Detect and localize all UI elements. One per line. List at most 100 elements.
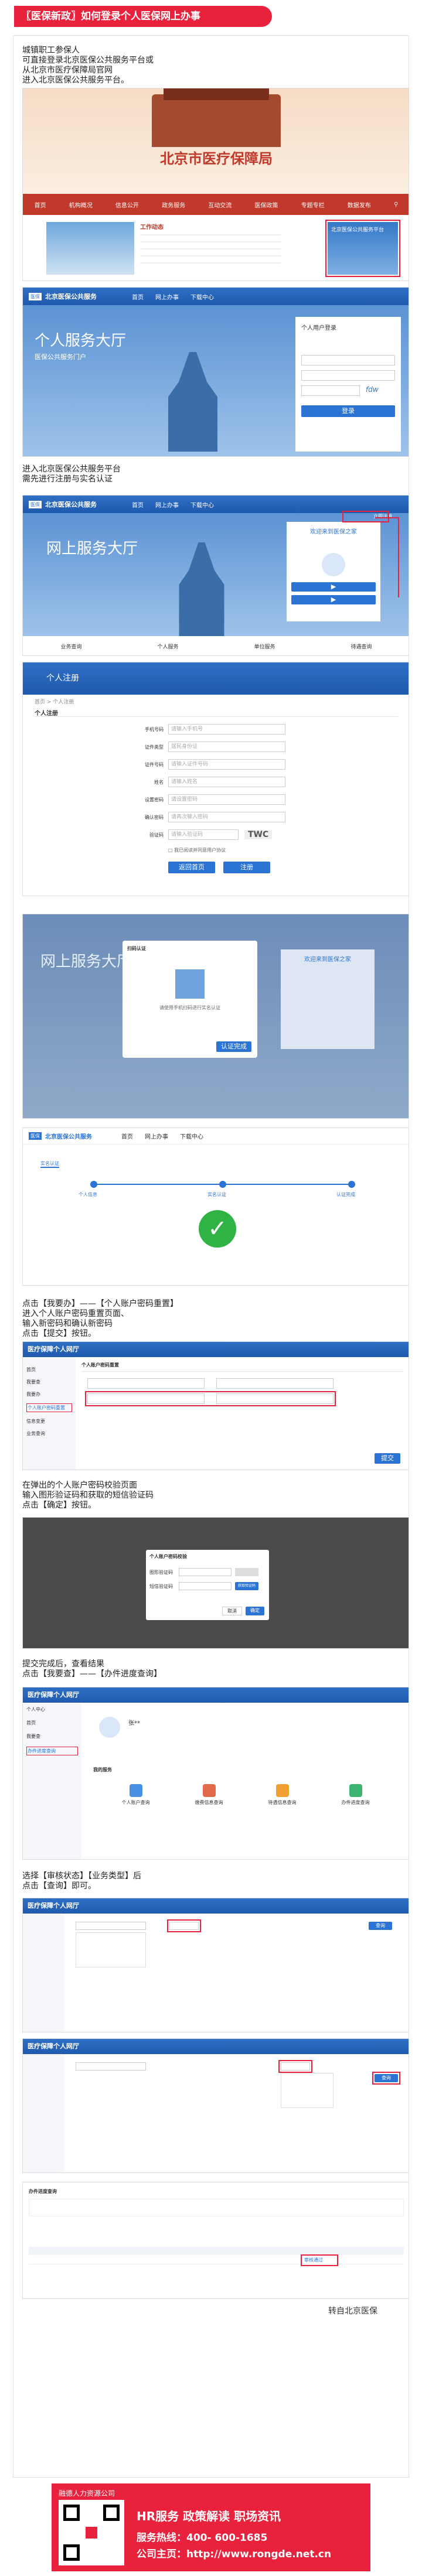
nav-download[interactable]: 下载中心 xyxy=(190,292,214,301)
bureau-nav-item[interactable]: 信息公开 xyxy=(115,200,139,209)
login-button[interactable]: ▶ xyxy=(291,582,376,592)
sms-code-field[interactable] xyxy=(179,1582,232,1590)
menu-item-progress-query[interactable]: 办件进度查询 xyxy=(26,1747,78,1755)
footer-banner: 融德人力资源公司 HR服务 政策解读 职场资讯 服务热线：400- 600-16… xyxy=(52,2483,370,2571)
step-label: 实名认证 xyxy=(207,1192,226,1197)
password-field[interactable] xyxy=(301,370,395,381)
app-title: 医疗保障个人网厅 xyxy=(23,1898,409,1914)
service-item[interactable]: 个人账户查询 xyxy=(122,1784,150,1806)
dialog-title: 扫码认证 xyxy=(127,946,146,951)
menu-item[interactable]: 首页 xyxy=(26,1366,72,1373)
submit-button[interactable]: 提交 xyxy=(375,1453,400,1464)
service-item[interactable]: 待遇信息查询 xyxy=(268,1784,297,1806)
nav-online[interactable]: 网上办事 xyxy=(145,1132,168,1140)
menu-item[interactable]: 我要查 xyxy=(26,1379,72,1385)
username-field[interactable] xyxy=(301,355,395,365)
status-select[interactable] xyxy=(76,2062,146,2071)
old-field[interactable] xyxy=(87,1378,205,1389)
tile[interactable]: 个人服务 xyxy=(157,643,178,650)
bureau-nav-item[interactable]: 医保政策 xyxy=(254,200,278,209)
nav-online[interactable]: 网上办事 xyxy=(155,500,179,509)
tab-auth[interactable]: 实名认证 xyxy=(40,1160,59,1168)
homepage-link[interactable]: 公司主页：http://www.rongde.net.cn xyxy=(137,2546,331,2560)
confirm-button[interactable]: 确定 xyxy=(246,1607,264,1615)
tile[interactable]: 业务查询 xyxy=(60,643,81,650)
image-captcha-field[interactable] xyxy=(179,1568,232,1576)
captcha-image[interactable]: fdw xyxy=(366,385,379,396)
service-tiles: 业务查询 个人服务 单位服务 待遇查询 xyxy=(23,636,409,655)
avatar-icon xyxy=(99,1717,120,1738)
service-item[interactable]: 办件进度查询 xyxy=(342,1784,370,1806)
id-type-select[interactable]: 居民身份证 xyxy=(168,742,285,752)
hero-title: 网上服务大厅 xyxy=(46,540,138,558)
login-button[interactable]: 登录 xyxy=(301,405,395,417)
brand-name: 北京医保公共服务 xyxy=(45,501,97,508)
logo: 医保 xyxy=(29,1132,42,1140)
bureau-nav-item[interactable]: 政务服务 xyxy=(162,200,185,209)
side-menu xyxy=(23,2054,64,2172)
id-number-field[interactable]: 请输入证件号码 xyxy=(168,759,285,770)
welcome-panel: 欢迎来到医保之家 xyxy=(281,949,375,1049)
register-button[interactable]: ▶ xyxy=(291,595,376,604)
query-button[interactable]: 查询 xyxy=(369,1922,392,1930)
nav-home[interactable]: 首页 xyxy=(121,1132,133,1140)
bureau-nav-item[interactable]: 首页 xyxy=(35,200,46,209)
captcha-image[interactable]: TWC xyxy=(244,830,273,839)
bureau-nav-item[interactable]: 专题专栏 xyxy=(301,200,325,209)
get-sms-button[interactable]: 获取验证码 xyxy=(235,1582,258,1590)
tile[interactable]: 待遇查询 xyxy=(350,643,372,650)
table-header xyxy=(29,2247,404,2255)
menu-item[interactable]: 首页 xyxy=(26,1720,78,1726)
user-name: 张** xyxy=(128,1720,140,1727)
hotline: 服务热线：400- 600-1685 xyxy=(137,2532,268,2544)
name-field[interactable]: 请输入姓名 xyxy=(168,777,285,787)
captcha-field[interactable] xyxy=(301,385,360,396)
menu-item-password-reset[interactable]: 个人账户密码重置 xyxy=(26,1403,72,1412)
captcha-field[interactable]: 请输入验证码 xyxy=(168,829,239,840)
highlight-box xyxy=(372,2072,400,2085)
menu-item[interactable]: 我要查 xyxy=(26,1733,78,1740)
nav-download[interactable]: 下载中心 xyxy=(190,500,214,509)
nav-online[interactable]: 网上办事 xyxy=(155,292,179,301)
screenshot-query-2: 医疗保障个人网厅 查询 xyxy=(22,2038,409,2173)
tile[interactable]: 单位服务 xyxy=(254,643,275,650)
agreement-checkbox[interactable]: □ 我已阅读并同意用户协议 xyxy=(168,847,304,853)
nav-home[interactable]: 首页 xyxy=(132,292,144,301)
nav-home[interactable]: 首页 xyxy=(132,500,144,509)
side-menu xyxy=(23,1914,64,2032)
id-field[interactable] xyxy=(216,1378,333,1389)
hall-header: 医保 北京医保公共服务 首页 网上办事 下载中心 xyxy=(23,1128,409,1144)
status-select[interactable] xyxy=(76,1922,146,1930)
dialog-title: 个人账户密码校验 xyxy=(149,1554,187,1559)
auth-dialog: 扫码认证 请使用手机扫码进行实名认证 认证完成 xyxy=(122,941,257,1058)
highlight-box xyxy=(278,2060,312,2073)
register-submit-button[interactable]: 注册 xyxy=(223,862,270,873)
menu-item[interactable]: 业务查询 xyxy=(26,1430,72,1437)
footer-tags: HR服务 政策解读 职场资讯 xyxy=(137,2509,281,2523)
table-row xyxy=(29,2256,404,2264)
cancel-button[interactable]: 取消 xyxy=(222,1607,242,1615)
welcome-title: 欢迎来到医保之家 xyxy=(310,529,357,535)
back-button[interactable]: 返回首页 xyxy=(168,862,215,873)
nav-download[interactable]: 下载中心 xyxy=(180,1132,203,1140)
menu-item[interactable]: 我要办 xyxy=(26,1391,72,1398)
verify-dialog: 个人账户密码校验 图形验证码 短信验证码 获取验证码 取消 确定 xyxy=(146,1550,269,1620)
type-dropdown[interactable] xyxy=(281,2073,333,2108)
menu-item[interactable]: 信息变更 xyxy=(26,1418,72,1424)
news-list: 工作动态 xyxy=(140,222,281,275)
password-field[interactable]: 请设置密码 xyxy=(168,794,285,805)
query-instructions: 选择【审核状态】【业务类型】后 点击【查询】即可。 xyxy=(22,1871,141,1891)
intro-text: 城镇职工参保人 可直接登录北京医保公共服务平台或 从北京市医疗保障局官网 进入北… xyxy=(22,46,154,85)
confirm-password-field[interactable]: 请再次输入密码 xyxy=(168,812,285,822)
phone-field[interactable]: 请输入手机号 xyxy=(168,724,285,734)
hero-title: 个人服务大厅 xyxy=(35,332,127,350)
captcha-image[interactable] xyxy=(235,1568,258,1576)
bureau-nav-item[interactable]: 互动交流 xyxy=(208,200,232,209)
status-dropdown[interactable] xyxy=(76,1932,146,1967)
bureau-nav-item[interactable]: 数据发布 xyxy=(348,200,371,209)
search-icon[interactable]: ⚲ xyxy=(394,201,398,208)
bureau-nav-item[interactable]: 机构概况 xyxy=(69,200,93,209)
dialog-confirm-button[interactable]: 认证完成 xyxy=(216,1041,251,1052)
menu-item[interactable]: 个人中心 xyxy=(26,1706,78,1713)
service-item[interactable]: 缴费信息查询 xyxy=(195,1784,223,1806)
